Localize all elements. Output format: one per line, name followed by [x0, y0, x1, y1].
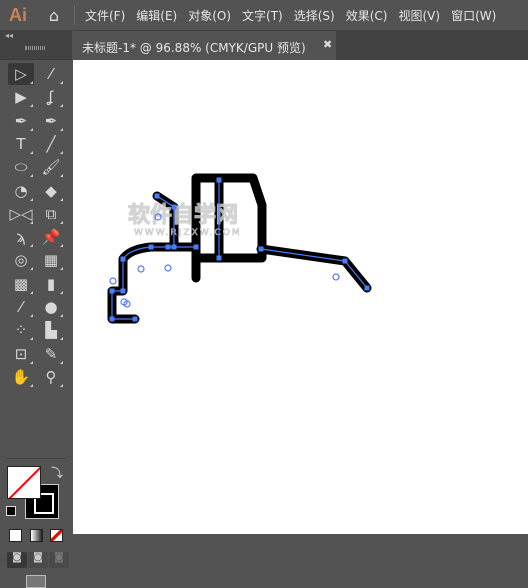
line-tool[interactable]: ╱ [38, 133, 64, 155]
color-mode-button[interactable] [9, 529, 22, 542]
swap-fill-stroke-icon[interactable]: ⤵ [51, 464, 63, 481]
eraser-tool[interactable]: ◆ [38, 180, 64, 202]
shaper-tool[interactable]: ◔ [8, 180, 34, 202]
draw-behind-button[interactable]: ◙ [28, 552, 48, 568]
hand-tool[interactable]: ✋ [8, 366, 34, 388]
screen-mode-icon[interactable] [26, 575, 46, 588]
zoom-tool[interactable]: ⚲ [38, 366, 64, 388]
magic-wand-tool[interactable]: ⁄ [38, 63, 64, 85]
gradient-mode-button[interactable] [30, 529, 43, 542]
watermark: 软件自学网 WWW.RJZXW.COM [128, 202, 242, 239]
anchor-point[interactable] [171, 204, 177, 210]
anchor-point[interactable] [120, 288, 126, 294]
column-graph-tool[interactable]: ▙ [38, 319, 64, 341]
menu-object[interactable]: 对象(O) [188, 7, 231, 24]
none-mode-button[interactable] [50, 529, 63, 542]
type-tool[interactable]: T [8, 133, 34, 155]
anchor-point[interactable] [109, 288, 115, 294]
app-logo: Ai [9, 4, 27, 25]
anchor-point[interactable] [148, 244, 154, 250]
divider [6, 458, 66, 459]
watermark-text: 软件自学网 [128, 202, 238, 228]
draw-inside-button[interactable]: ◙ [49, 552, 69, 568]
shape-builder-tool[interactable]: ◎ [8, 249, 34, 271]
slice-tool[interactable]: ✎ [38, 343, 64, 365]
symbol-sprayer-tool[interactable]: ⁘ [8, 319, 34, 341]
anchor-point[interactable] [132, 316, 138, 322]
collapse-icon[interactable]: ◂◂ [5, 31, 13, 40]
menu-window[interactable]: 窗口(W) [451, 7, 496, 24]
anchor-point[interactable] [120, 256, 126, 262]
menu-effect[interactable]: 效果(C) [346, 7, 388, 24]
puppet-warp-tool[interactable]: 📌 [38, 226, 64, 248]
paintbrush-tool[interactable]: 🖌 [38, 156, 64, 178]
anchor-point[interactable] [171, 244, 177, 250]
anchor-point[interactable] [216, 255, 222, 261]
anchor-point[interactable] [165, 244, 171, 250]
default-colors-icon[interactable] [6, 506, 16, 516]
selection-tool[interactable]: ▷ [8, 63, 34, 85]
menu-file[interactable]: 文件(F) [85, 7, 125, 24]
menu-bar: Ai ⌂ 文件(F) 编辑(E) 对象(O) 文字(T) 选择(S) 效果(C)… [0, 0, 528, 30]
toolbar-header: ◂◂ [0, 30, 72, 60]
menu-select[interactable]: 选择(S) [294, 7, 335, 24]
mesh-tool[interactable]: ▩ [8, 273, 34, 295]
center-point [332, 273, 340, 281]
menu-view[interactable]: 视图(V) [398, 7, 440, 24]
anchor-point[interactable] [216, 177, 222, 183]
center-point [109, 277, 117, 285]
anchor-point[interactable] [364, 285, 370, 291]
document-tab[interactable]: 未标题-1* @ 96.88% (CMYK/GPU 预览) ✖ [73, 31, 336, 60]
scale-tool[interactable]: ⧉ [38, 203, 64, 225]
curvature-tool[interactable]: ✒ [38, 110, 64, 132]
document-tab-title: 未标题-1* @ 96.88% (CMYK/GPU 预览) [82, 41, 306, 55]
lasso-tool[interactable]: ʆ [38, 86, 64, 108]
anchor-point[interactable] [258, 246, 264, 252]
perspective-grid-tool[interactable]: ▦ [38, 249, 64, 271]
warp-tool[interactable]: ϡ [8, 226, 34, 248]
menu-edit[interactable]: 编辑(E) [136, 7, 177, 24]
anchor-point[interactable] [193, 244, 199, 250]
reflect-tool[interactable]: ▷◁ [8, 203, 34, 225]
artboard-canvas[interactable]: 软件自学网 WWW.RJZXW.COM [73, 60, 528, 534]
tools-panel: ▷ ⁄ ▶ ʆ ✒ ✒ T ╱ ⬭ 🖌 ◔ ◆ ▷◁ ⧉ ϡ 📌 ◎ ▦ ▩ ▮ ⁄ ● ⁘ ▙ ⊡ ✎ ✋ ⚲ ⤵ ◙ ◙ ◙ [0, 60, 72, 588]
fill-swatch[interactable] [7, 466, 41, 499]
watermark-url: WWW.RJZXW.COM [134, 228, 242, 238]
eyedropper-tool[interactable]: ⁄ [8, 296, 34, 318]
menu-type[interactable]: 文字(T) [242, 7, 283, 24]
divider [74, 5, 75, 25]
artboard-tool[interactable]: ⊡ [8, 343, 34, 365]
drag-grip[interactable] [25, 46, 45, 50]
pen-tool[interactable]: ✒ [8, 110, 34, 132]
center-point [137, 265, 145, 273]
anchor-point[interactable] [109, 316, 115, 322]
direct-selection-tool[interactable]: ▶ [8, 86, 34, 108]
anchor-points [109, 177, 370, 322]
document-tab-bar: 未标题-1* @ 96.88% (CMYK/GPU 预览) ✖ [73, 30, 528, 60]
anchor-point[interactable] [154, 193, 160, 199]
close-icon[interactable]: ✖ [323, 38, 332, 51]
artwork[interactable]: 软件自学网 WWW.RJZXW.COM [73, 60, 528, 534]
gradient-tool[interactable]: ▮ [38, 273, 64, 295]
anchor-point[interactable] [342, 258, 348, 264]
ellipse-tool[interactable]: ⬭ [8, 156, 34, 178]
draw-normal-button[interactable]: ◙ [7, 552, 27, 568]
home-icon[interactable]: ⌂ [36, 6, 72, 25]
center-point [164, 264, 172, 272]
blend-tool[interactable]: ● [38, 296, 64, 318]
